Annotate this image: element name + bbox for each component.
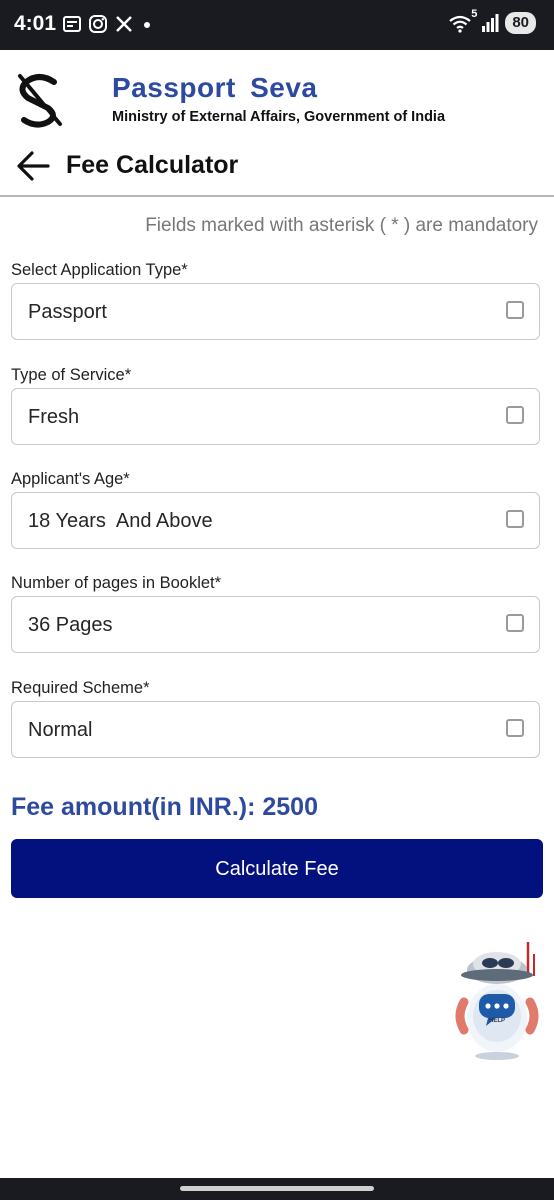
required-scheme-value: Normal [28, 719, 93, 741]
calendar-icon [63, 16, 81, 32]
page-title: Fee Calculator [66, 151, 239, 179]
home-gesture-handle[interactable] [180, 1186, 374, 1191]
help-bot-badge: HELP [489, 1018, 505, 1024]
application-type-value: Passport [28, 301, 107, 323]
application-type-checkbox[interactable] [506, 301, 524, 319]
booklet-pages-value: 36 Pages [28, 614, 113, 636]
booklet-pages-label: Number of pages in Booklet* [11, 574, 222, 592]
applicant-age-checkbox[interactable] [506, 510, 524, 528]
booklet-pages-checkbox[interactable] [506, 614, 524, 632]
wifi-status: 5 [449, 8, 477, 34]
signal-icon [482, 14, 499, 32]
applicant-age-label: Applicant's Age* [11, 470, 130, 488]
status-time: 4:01 [14, 12, 57, 35]
wifi-icon [449, 15, 471, 33]
brand-title: Passport Seva [112, 72, 318, 103]
instagram-icon [89, 15, 107, 33]
battery-indicator: 80 [505, 12, 536, 34]
status-bar: 4:01 5 80 [0, 0, 554, 50]
app-header: Passport Seva Ministry of External Affai… [0, 50, 554, 198]
fee-amount: Fee amount(in INR.): 2500 [11, 793, 318, 821]
service-type-select[interactable]: Fresh [11, 388, 540, 445]
mandatory-note: Fields marked with asterisk ( * ) are ma… [145, 215, 538, 236]
required-scheme-label: Required Scheme* [11, 679, 150, 697]
required-scheme-checkbox[interactable] [506, 719, 524, 737]
back-arrow-icon[interactable] [14, 148, 52, 184]
service-type-checkbox[interactable] [506, 406, 524, 424]
network-badge: 5 [471, 8, 478, 20]
application-type-label: Select Application Type* [11, 261, 188, 279]
header-divider [0, 195, 554, 197]
brand-subtitle: Ministry of External Affairs, Government… [112, 109, 446, 125]
notification-icons [62, 14, 154, 34]
booklet-pages-select[interactable]: 36 Pages [11, 596, 540, 653]
passport-seva-logo [18, 74, 62, 128]
x-icon [116, 16, 132, 32]
applicant-age-select[interactable]: 18 Years And Above [11, 492, 540, 549]
application-type-select[interactable]: Passport [11, 283, 540, 340]
dot-icon [144, 22, 150, 28]
service-type-value: Fresh [28, 406, 80, 428]
system-nav-bar [0, 1178, 554, 1200]
applicant-age-value: 18 Years And Above [28, 510, 213, 532]
help-bot-icon[interactable]: HELP [452, 938, 542, 1062]
required-scheme-select[interactable]: Normal [11, 701, 540, 758]
service-type-label: Type of Service* [11, 366, 132, 384]
calculate-fee-button[interactable]: Calculate Fee [11, 839, 543, 898]
system-icons: 5 80 [449, 8, 536, 34]
